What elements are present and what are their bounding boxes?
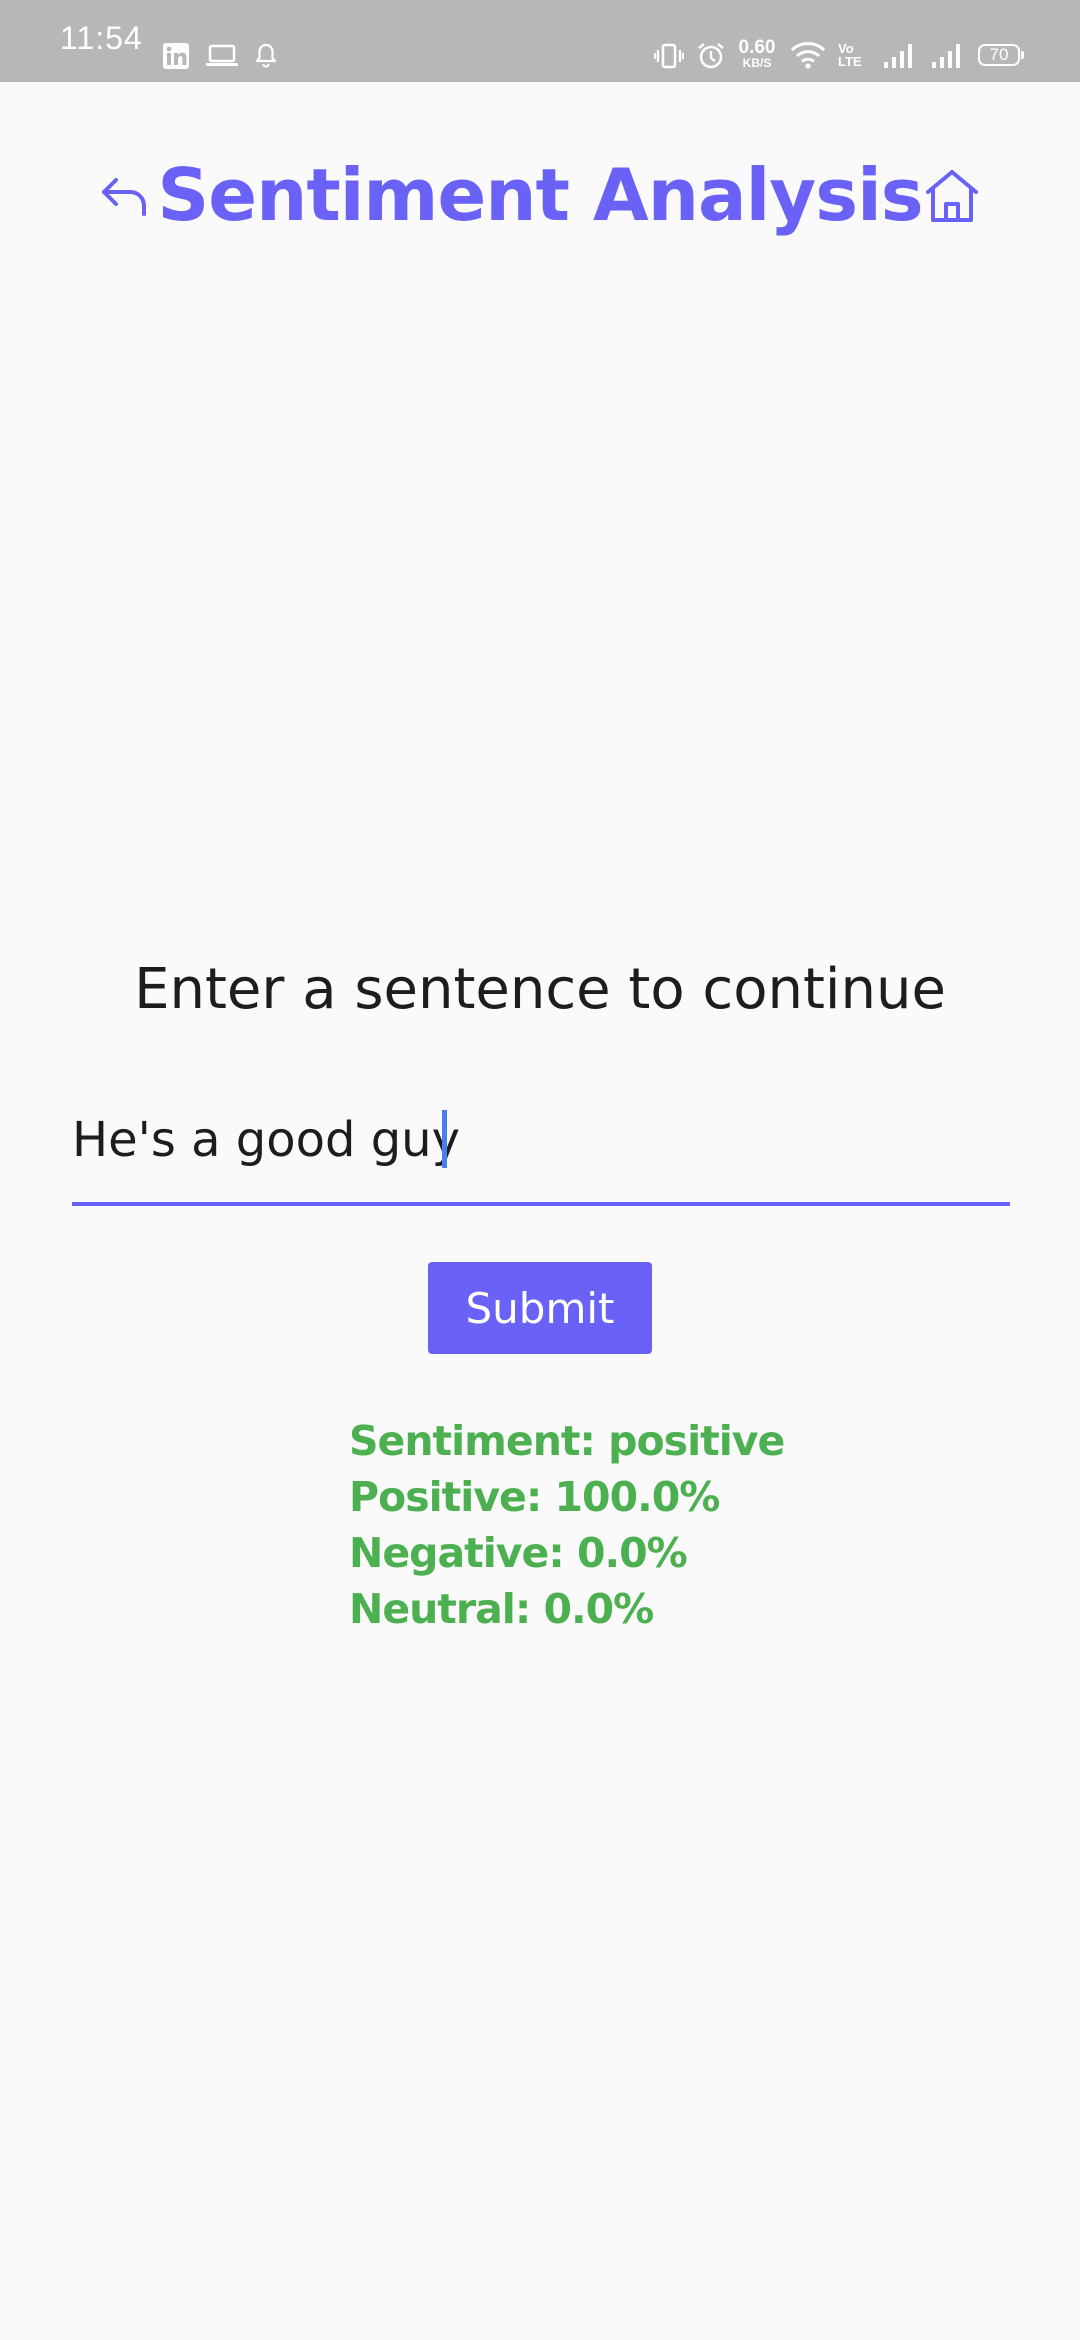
bell-icon xyxy=(255,43,277,68)
wifi-icon xyxy=(790,42,826,69)
status-time: 11:54 xyxy=(60,20,143,56)
volte-bottom: LTE xyxy=(838,54,862,69)
result-positive: Positive: 100.0% xyxy=(349,1473,720,1521)
signal-icon xyxy=(932,44,960,68)
result-neutral: Neutral: 0.0% xyxy=(349,1585,654,1633)
text-cursor xyxy=(442,1110,447,1168)
submit-button[interactable]: Submit xyxy=(428,1262,652,1354)
signal-icon xyxy=(884,44,912,68)
laptop-icon xyxy=(206,44,238,66)
result-negative: Negative: 0.0% xyxy=(349,1529,688,1577)
results-panel: Sentiment: positive Positive: 100.0% Neg… xyxy=(349,1413,785,1637)
speed-unit: KB/S xyxy=(742,56,772,70)
sentence-field[interactable] xyxy=(72,1100,1010,1206)
home-icon[interactable] xyxy=(920,164,984,228)
speed-value: 0.60 xyxy=(738,37,776,58)
page-title: Sentiment Analysis xyxy=(157,153,923,237)
vibrate-icon xyxy=(654,43,684,69)
volte-indicator: Vo LTE xyxy=(838,42,862,68)
linkedin-icon xyxy=(163,43,189,69)
input-prompt: Enter a sentence to continue xyxy=(134,957,946,1022)
battery-icon: 70 xyxy=(978,44,1024,66)
alarm-icon xyxy=(698,43,724,69)
sentence-input[interactable] xyxy=(72,1100,1010,1180)
status-bar: 11:54 0.60 KB/S Vo LTE 70 xyxy=(0,0,1080,82)
result-sentiment: Sentiment: positive xyxy=(349,1417,785,1465)
network-speed: 0.60 KB/S xyxy=(736,38,778,69)
